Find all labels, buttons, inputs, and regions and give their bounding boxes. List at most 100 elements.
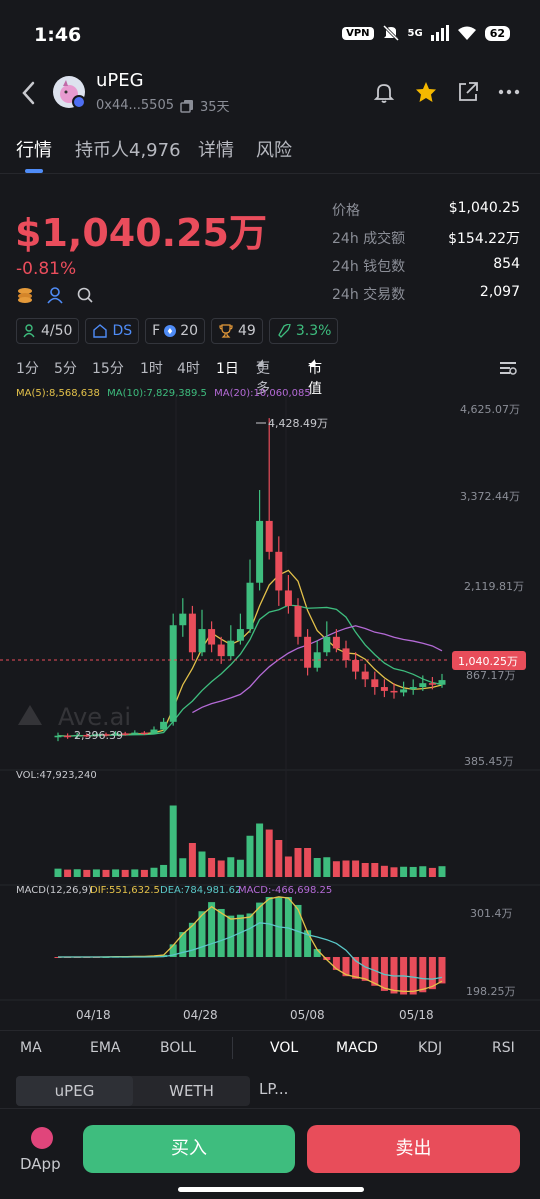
- candle-body: [265, 520, 273, 552]
- ind-ma[interactable]: MA: [20, 1040, 42, 1056]
- holder-icon: [23, 324, 35, 338]
- signal-icon: [430, 25, 449, 41]
- candle-body: [371, 679, 379, 688]
- macd-bottom-label: 198.25万: [466, 985, 516, 998]
- stat-value: 854: [493, 256, 520, 272]
- macd-label: MACD(12,26,9): [16, 885, 92, 896]
- dapp-label[interactable]: DApp: [20, 1155, 61, 1173]
- tag-text: 20: [180, 323, 199, 339]
- stat-row: 24h 交易数 2,097: [332, 284, 520, 312]
- kline-chart[interactable]: Ave.ai 4,625.07万 3,372.44万 2,119.81万 867…: [0, 395, 540, 1030]
- price-change: -0.81%: [16, 259, 77, 279]
- volume-bar: [352, 860, 360, 877]
- tab-market[interactable]: 行情: [16, 136, 52, 162]
- interval-5m[interactable]: 5分: [54, 358, 77, 378]
- ind-macd[interactable]: MACD: [336, 1040, 378, 1056]
- ind-kdj[interactable]: KDJ: [418, 1040, 442, 1056]
- current-price-label: 1,040.25万: [458, 655, 518, 668]
- volume-bar: [102, 869, 110, 877]
- clock: 1:46: [34, 24, 82, 46]
- tab-holders[interactable]: 持币人4,976: [75, 136, 181, 162]
- volume-bar: [73, 869, 81, 877]
- ind-vol[interactable]: VOL: [270, 1040, 298, 1056]
- ind-boll[interactable]: BOLL: [160, 1040, 196, 1056]
- volume-bar: [217, 860, 225, 877]
- macd-bar: [256, 902, 264, 957]
- svg-text:Ave.ai: Ave.ai: [58, 703, 131, 731]
- stat-label: 24h 钱包数: [332, 259, 406, 275]
- tag-rocket[interactable]: 3.3%: [268, 318, 339, 344]
- tab-risk[interactable]: 风险: [256, 136, 292, 162]
- copy-icon[interactable]: [180, 99, 194, 113]
- main-tabs: 行情 持币人4,976 详情 风险: [0, 132, 540, 174]
- interval-15m[interactable]: 15分: [92, 358, 124, 378]
- buy-button[interactable]: 买入: [83, 1125, 295, 1173]
- candle-body: [400, 689, 408, 693]
- back-icon[interactable]: [18, 78, 40, 108]
- interval-1m[interactable]: 1分: [16, 358, 39, 378]
- volume-bar: [188, 843, 196, 877]
- candle-body: [246, 582, 254, 630]
- tag-text: 4/50: [41, 323, 73, 339]
- volume-bar: [121, 869, 129, 877]
- candle-body: [352, 660, 360, 672]
- tag-holders[interactable]: 4/50: [16, 318, 80, 344]
- x-label: 04/18: [76, 1008, 111, 1022]
- stat-value: $1,040.25: [448, 200, 520, 216]
- macd-panel: [54, 896, 446, 995]
- candle-body: [131, 732, 139, 735]
- share-icon[interactable]: [456, 80, 480, 104]
- volume-bar: [275, 840, 283, 877]
- search-icon[interactable]: [76, 286, 94, 304]
- candle-body: [275, 551, 283, 591]
- interval-4h[interactable]: 4时: [177, 358, 200, 378]
- ind-rsi[interactable]: RSI: [492, 1040, 515, 1056]
- more-icon[interactable]: [498, 80, 520, 104]
- interval-1d[interactable]: 1日: [216, 358, 239, 378]
- stat-row: 24h 成交额 $154.22万: [332, 228, 520, 256]
- token-address: 0x44...5505: [96, 98, 174, 113]
- tag-ds[interactable]: DS: [85, 318, 140, 344]
- interval-1h[interactable]: 1时: [140, 358, 163, 378]
- header-actions: [372, 80, 520, 104]
- tag-text: DS: [112, 323, 133, 339]
- mute-icon: [382, 24, 399, 42]
- volume-bar: [438, 866, 446, 877]
- ind-ema[interactable]: EMA: [90, 1040, 121, 1056]
- dapp-icon[interactable]: [31, 1127, 53, 1149]
- bell-icon[interactable]: [372, 80, 396, 104]
- pair-selector: uPEG WETH: [16, 1076, 250, 1106]
- chart-settings-icon[interactable]: [498, 358, 518, 378]
- y-label-4: 867.17万: [466, 669, 516, 682]
- interval-selector: 1分 5分 15分 1时 4时 1日 更多 ◢ 市值 ◢: [16, 358, 526, 397]
- volume-bar: [131, 869, 139, 877]
- tag-trophy[interactable]: 49: [211, 318, 263, 344]
- macd-bar: [419, 957, 427, 993]
- x-label: 05/08: [290, 1008, 325, 1022]
- candle-body: [227, 640, 235, 657]
- star-icon[interactable]: [414, 80, 438, 104]
- pair-lp[interactable]: LP...: [259, 1080, 288, 1098]
- macd-bar: [409, 957, 417, 995]
- network-label: 5G: [407, 27, 423, 39]
- volume-bar: [208, 858, 216, 877]
- pair-upeg[interactable]: uPEG: [16, 1076, 133, 1106]
- volume-bar: [332, 861, 340, 877]
- user-icon[interactable]: [46, 286, 64, 304]
- tag-f[interactable]: F ♦ 20: [145, 318, 206, 344]
- tag-prefix: F: [152, 323, 161, 339]
- token-tags: 4/50 DS F ♦ 20 49 3.3%: [16, 318, 339, 344]
- coins-icon[interactable]: [16, 286, 34, 304]
- stat-value: 2,097: [479, 284, 520, 300]
- tab-details[interactable]: 详情: [198, 136, 234, 162]
- volume-bar: [294, 848, 302, 877]
- volume-bar: [83, 869, 91, 877]
- tab-indicator: [25, 169, 43, 173]
- sell-button[interactable]: 卖出: [307, 1125, 520, 1173]
- indicator-tabs: MA EMA BOLL VOL MACD KDJ RSI: [0, 1030, 540, 1064]
- volume-bar: [64, 869, 72, 877]
- dropdown-icon: ◢: [256, 358, 263, 368]
- pair-weth[interactable]: WETH: [133, 1076, 250, 1106]
- token-name: uPEG: [96, 70, 144, 91]
- macd-bar: [438, 957, 446, 984]
